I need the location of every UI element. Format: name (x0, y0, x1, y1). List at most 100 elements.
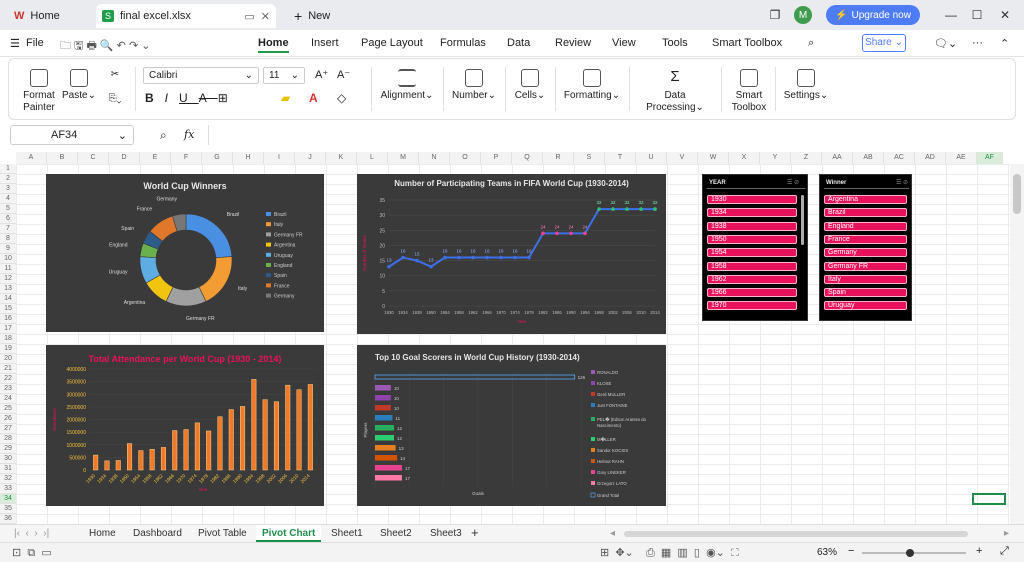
sheet-tab-sheet1[interactable]: Sheet1 (331, 528, 363, 539)
column-header[interactable]: X (729, 152, 760, 164)
column-header[interactable]: AC (884, 152, 915, 164)
row-header[interactable]: 30 (0, 454, 16, 464)
column-header[interactable]: A (16, 152, 47, 164)
add-sheet-icon[interactable]: + (471, 525, 479, 540)
row-header[interactable]: 27 (0, 424, 16, 434)
slicer-item[interactable]: 1934 (707, 208, 797, 218)
slicer-item[interactable]: England (824, 221, 907, 231)
row-header[interactable]: 13 (0, 284, 16, 294)
column-header[interactable]: I (264, 152, 295, 164)
zoom-level[interactable]: 63% (817, 547, 837, 558)
zoom-out-icon[interactable]: − (848, 545, 854, 557)
row-header[interactable]: 28 (0, 434, 16, 444)
horizontal-scrollbar[interactable] (624, 531, 968, 537)
row-header[interactable]: 7 (0, 224, 16, 234)
row-header[interactable]: 35 (0, 504, 16, 514)
row-header[interactable]: 20 (0, 354, 16, 364)
slicer-item[interactable]: 1970 (707, 301, 797, 311)
formula-input[interactable] (208, 125, 1014, 145)
slicer-item[interactable]: Uruguay (824, 301, 907, 311)
quick-access-icons[interactable]: 🗀 🖫 🖶 🔍 ↶ ↷ ⌄ (60, 37, 150, 56)
font-shrink-icon[interactable]: A⁻ (337, 68, 350, 81)
slicer-item[interactable]: 1966 (707, 288, 797, 298)
view-icons[interactable]: ⊞ ✥⌄ ⎙ ▦ ▥ ▯ ◉⌄ ⛶ (600, 546, 739, 560)
column-header[interactable]: Q (512, 152, 543, 164)
column-header[interactable]: E (140, 152, 171, 164)
column-header[interactable]: AA (822, 152, 853, 164)
sheet-tab-home[interactable]: Home (89, 528, 116, 539)
font-grow-icon[interactable]: A⁺ (315, 68, 328, 81)
winner-slicer[interactable]: Winner ☰ ⊘ Argentina Brazil England France G… (819, 174, 912, 321)
spreadsheet-grid[interactable]: A B C D E F G H I J K L M N O P Q R S T U V W X Y Z AA AB AC AD AE AF 1… (0, 152, 1024, 524)
slicer-scrollbar[interactable] (801, 195, 804, 245)
collapse-ribbon-icon[interactable]: ⌃ (1000, 37, 1009, 50)
column-header[interactable]: W (698, 152, 729, 164)
menu-data[interactable]: Data (507, 37, 530, 49)
row-header[interactable]: 18 (0, 334, 16, 344)
row-header[interactable]: 10 (0, 254, 16, 264)
name-box[interactable]: AF34 ⌄ (10, 125, 134, 145)
column-header[interactable]: D (109, 152, 140, 164)
slicer-item[interactable]: 1938 (707, 221, 797, 231)
share-button[interactable]: Share ⌄ (862, 34, 906, 52)
row-header[interactable]: 2 (0, 174, 16, 184)
hamburger-icon[interactable]: ☰ (10, 37, 20, 50)
column-header[interactable]: F (171, 152, 202, 164)
row-header[interactable]: 16 (0, 314, 16, 324)
column-header[interactable]: Y (760, 152, 791, 164)
row-header[interactable]: 14 (0, 294, 16, 304)
menu-formulas[interactable]: Formulas (440, 37, 486, 49)
column-header[interactable]: AD (915, 152, 946, 164)
sheet-tab-pivot-chart[interactable]: Pivot Chart (256, 525, 322, 542)
upgrade-button[interactable]: ⚡ Upgrade now (826, 5, 920, 25)
number-button[interactable]: Number⌄ (451, 69, 497, 102)
row-header[interactable]: 23 (0, 384, 16, 394)
menu-review[interactable]: Review (555, 37, 591, 49)
scroll-right-icon[interactable]: ▸ (1004, 528, 1009, 539)
column-header[interactable]: U (636, 152, 667, 164)
column-header[interactable]: K (326, 152, 357, 164)
slicer-item[interactable]: 1930 (707, 195, 797, 204)
slicer-item[interactable]: 1954 (707, 248, 797, 258)
row-header[interactable]: 1 (0, 164, 16, 174)
menu-smart-toolbox[interactable]: Smart Toolbox (712, 37, 782, 49)
menu-tools[interactable]: Tools (662, 37, 688, 49)
vertical-scrollbar[interactable] (1010, 164, 1024, 524)
comment-icon[interactable]: 🗨⌄ (934, 37, 957, 50)
highlight-icon[interactable]: ▰ (281, 91, 290, 105)
row-header[interactable]: 9 (0, 244, 16, 254)
column-header[interactable]: P (481, 152, 512, 164)
row-header[interactable]: 24 (0, 394, 16, 404)
column-header[interactable]: V (667, 152, 698, 164)
row-header[interactable]: 32 (0, 474, 16, 484)
format-painter-button[interactable]: Format Painter (19, 69, 59, 114)
window-switch-icon[interactable]: ❐ (766, 6, 784, 24)
eraser-icon[interactable]: ◇ (337, 91, 346, 105)
column-header[interactable]: M (388, 152, 419, 164)
avatar[interactable]: M (794, 6, 812, 24)
column-header[interactable]: T (605, 152, 636, 164)
clear-filter-icon[interactable]: ☰ ⊘ (787, 179, 799, 186)
file-tab[interactable]: S final excel.xlsx ▭ ✕ (96, 4, 276, 28)
clear-filter-icon[interactable]: ☰ ⊘ (896, 179, 908, 186)
menu-insert[interactable]: Insert (311, 37, 339, 49)
row-header[interactable]: 19 (0, 344, 16, 354)
smart-toolbox-button[interactable]: Smart Toolbox (729, 69, 769, 114)
slicer-item[interactable]: Germany (824, 248, 907, 258)
font-style-icons[interactable]: BIUA⊞ (145, 91, 239, 105)
cells-button[interactable]: Cells⌄ (511, 69, 549, 102)
fx-icon[interactable]: fx (184, 128, 194, 141)
settings-button[interactable]: Settings⌄ (783, 69, 829, 102)
zoom-slider[interactable] (862, 549, 966, 557)
column-header[interactable]: C (78, 152, 109, 164)
column-header[interactable]: AF (977, 152, 1003, 164)
donut-chart[interactable]: World Cup Winners Brazil Italy Germany FR A… (46, 174, 324, 332)
column-header[interactable]: L (357, 152, 388, 164)
fullscreen-icon[interactable]: ⤢ (1000, 545, 1009, 558)
slicer-item[interactable]: Germany FR (824, 261, 907, 271)
row-header[interactable]: 4 (0, 194, 16, 204)
new-tab-button[interactable]: + New (288, 4, 348, 28)
sheet-tab-sheet2[interactable]: Sheet2 (380, 528, 412, 539)
search-icon[interactable]: ⌕ (808, 37, 814, 50)
maximize-icon[interactable]: ☐ (968, 6, 986, 24)
